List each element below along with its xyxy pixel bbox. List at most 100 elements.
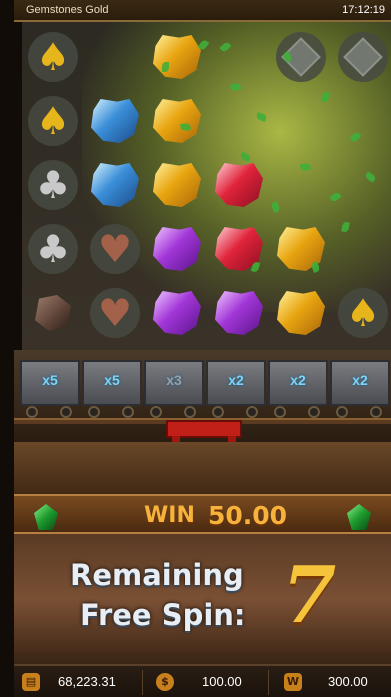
cart-wheel	[88, 406, 100, 418]
heart-icon: ♥	[97, 227, 133, 271]
reel-cell	[146, 26, 208, 88]
cart-multiplier-label: x2	[290, 372, 306, 388]
cart-wheel	[212, 406, 224, 418]
reel-cell	[332, 154, 391, 216]
reel-cell	[146, 282, 208, 344]
reel-cell	[208, 282, 270, 344]
multiplier-cart: x2	[330, 356, 390, 420]
purple-gem-icon	[153, 227, 201, 271]
cart-wheel	[150, 406, 162, 418]
spade-icon: ♠	[345, 291, 381, 335]
mine-floor	[14, 442, 391, 502]
symbol-tile: ♠	[28, 32, 78, 82]
gold-gem-icon	[153, 99, 201, 143]
reel-cell	[84, 26, 146, 88]
cart-multiplier-label: x3	[166, 372, 182, 388]
reel-cell	[146, 90, 208, 152]
reel-cell: ♥	[84, 282, 146, 344]
free-spin-label-line2: Free Spin:	[80, 598, 246, 632]
reel-cell	[270, 282, 332, 344]
multiplier-cart: x3	[144, 356, 204, 420]
diamond-icon	[343, 37, 383, 77]
coin-stack-icon[interactable]: $	[156, 673, 174, 691]
leaf-particle	[180, 122, 191, 132]
spade-icon: ♠	[35, 99, 71, 143]
reel-cell	[208, 218, 270, 280]
reel-cell	[208, 26, 270, 88]
symbol-tile	[338, 32, 388, 82]
club-icon: ♣	[35, 163, 71, 207]
reel-cell	[332, 90, 391, 152]
reel-cell	[270, 218, 332, 280]
multiplier-carts: x5 x5 x3 x2 x2 x2	[14, 350, 391, 456]
symbol-tile: ♠	[338, 288, 388, 338]
reel-cell: ♠	[22, 26, 84, 88]
red-gem-icon	[215, 163, 263, 207]
cart-wheel	[274, 406, 286, 418]
separator	[268, 670, 269, 695]
reel-cell: ♥	[84, 218, 146, 280]
cart-multiplier-label: x2	[352, 372, 368, 388]
cart-multiplier-label: x2	[228, 372, 244, 388]
symbol-tile: ♣	[28, 224, 78, 274]
win-label: WIN	[144, 503, 195, 528]
total-win-value: 300.00	[328, 674, 368, 689]
win-amount: 50.00	[208, 501, 288, 530]
free-spin-count: 7	[282, 550, 337, 641]
reel-cell: ♠	[22, 90, 84, 152]
emerald-left-icon	[34, 504, 58, 530]
symbol-tile: ♣	[28, 160, 78, 210]
reel-cell	[270, 26, 332, 88]
multiplier-cart: x2	[268, 356, 328, 420]
win-badge-icon: W	[284, 673, 302, 691]
gold-gem-icon	[153, 35, 201, 79]
reel-board: ♠ ♠ ♣ ♣ ♥ ♥ ♠	[22, 22, 391, 350]
cart-multiplier-label: x5	[104, 372, 120, 388]
cart-multiplier-label: x5	[42, 372, 58, 388]
cart-wheel	[336, 406, 348, 418]
reel-cell	[146, 154, 208, 216]
cart-wheel	[370, 406, 382, 418]
leaf-particle	[162, 62, 169, 72]
symbol-tile: ♥	[90, 224, 140, 274]
game-title: Gemstones Gold	[26, 4, 109, 16]
cart-wheel	[308, 406, 320, 418]
reel-cell: ♠	[332, 282, 391, 344]
free-spin-label-line1: Remaining	[70, 558, 244, 592]
cart-wheel	[26, 406, 38, 418]
blue-gem-icon	[91, 163, 139, 207]
win-banner: WIN 50.00	[14, 494, 391, 534]
cart-wheel	[246, 406, 258, 418]
reel-cell	[22, 282, 84, 344]
blue-gem-icon	[91, 99, 139, 143]
club-icon: ♣	[35, 227, 71, 271]
clock: 17:12:19	[342, 4, 385, 16]
cart-wheel	[122, 406, 134, 418]
purple-gem-icon	[215, 291, 263, 335]
reel-cell	[332, 26, 391, 88]
reel-cell	[208, 90, 270, 152]
reel-cell	[146, 218, 208, 280]
reel-cell: ♣	[22, 218, 84, 280]
reel-cell	[208, 154, 270, 216]
purple-gem-icon	[153, 291, 201, 335]
symbol-tile: ♥	[90, 288, 140, 338]
bottom-bar: ▤ 68,223.31 $ 100.00 W 300.00	[14, 664, 391, 697]
rock-icon	[35, 295, 71, 331]
balance-value: 68,223.31	[58, 674, 116, 689]
reel-cell	[84, 90, 146, 152]
multiplier-cart: x5	[82, 356, 142, 420]
emerald-right-icon	[347, 504, 371, 530]
multiplier-cart: x5	[20, 356, 80, 420]
cart-wheel	[184, 406, 196, 418]
cart-wheel	[60, 406, 72, 418]
gold-gem-icon	[277, 291, 325, 335]
gold-gem-icon	[153, 163, 201, 207]
wallet-icon[interactable]: ▤	[22, 673, 40, 691]
bet-value: 100.00	[202, 674, 242, 689]
free-spin-panel: Remaining Free Spin: 7	[14, 534, 391, 664]
symbol-tile: ♠	[28, 96, 78, 146]
top-bar: Gemstones Gold 17:12:19	[14, 0, 391, 22]
multiplier-cart: x2	[206, 356, 266, 420]
spade-icon: ♠	[35, 35, 71, 79]
